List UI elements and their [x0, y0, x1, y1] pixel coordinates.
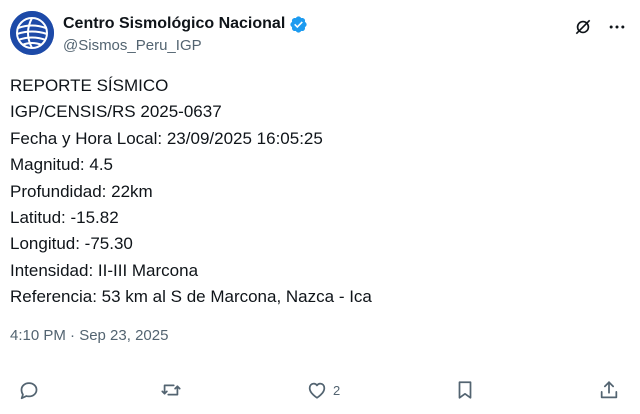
reply-icon [20, 382, 38, 400]
post-line: Fecha y Hora Local: 23/09/2025 16:05:25 [10, 128, 323, 148]
post-line: Longitud: -75.30 [10, 234, 133, 254]
top-actions [572, 16, 628, 38]
repost-icon [161, 384, 181, 396]
post-line: Referencia: 53 km al S de Marcona, Nazca… [10, 287, 372, 307]
bookmark-icon [458, 381, 472, 399]
post-line: Intensidad: II-III Marcona [10, 260, 199, 280]
display-name[interactable]: Centro Sismológico Nacional [63, 14, 285, 34]
share-icon [600, 381, 618, 399]
repost-button[interactable] [160, 378, 182, 402]
post-text: REPORTE SÍSMICO IGP/CENSIS/RS 2025-0637 … [10, 73, 630, 311]
post-line: IGP/CENSIS/RS 2025-0637 [10, 102, 222, 122]
more-icon[interactable] [606, 16, 628, 38]
post-header: Centro Sismológico Nacional @Sismos_Peru… [10, 10, 630, 60]
post-timestamp[interactable]: 4:10 PM · Sep 23, 2025 [10, 327, 168, 344]
verified-badge-icon[interactable] [289, 15, 308, 34]
post-line: Magnitud: 4.5 [10, 155, 114, 175]
post-line: Latitud: -15.82 [10, 208, 119, 228]
share-button[interactable] [598, 378, 620, 402]
name-row: Centro Sismológico Nacional [63, 14, 308, 34]
action-bar: 2 [10, 378, 630, 402]
avatar[interactable] [10, 11, 54, 55]
like-icon [308, 382, 326, 399]
globe-logo-icon [10, 11, 54, 55]
author-handle[interactable]: @Sismos_Peru_IGP [63, 37, 202, 54]
post-line: Profundidad: 22km [10, 181, 153, 201]
grok-icon[interactable] [572, 16, 594, 38]
bookmark-button[interactable] [454, 378, 476, 402]
like-button[interactable]: 2 [306, 378, 340, 402]
reply-button[interactable] [18, 378, 40, 402]
like-count: 2 [333, 382, 341, 398]
post-line: REPORTE SÍSMICO [10, 76, 169, 95]
